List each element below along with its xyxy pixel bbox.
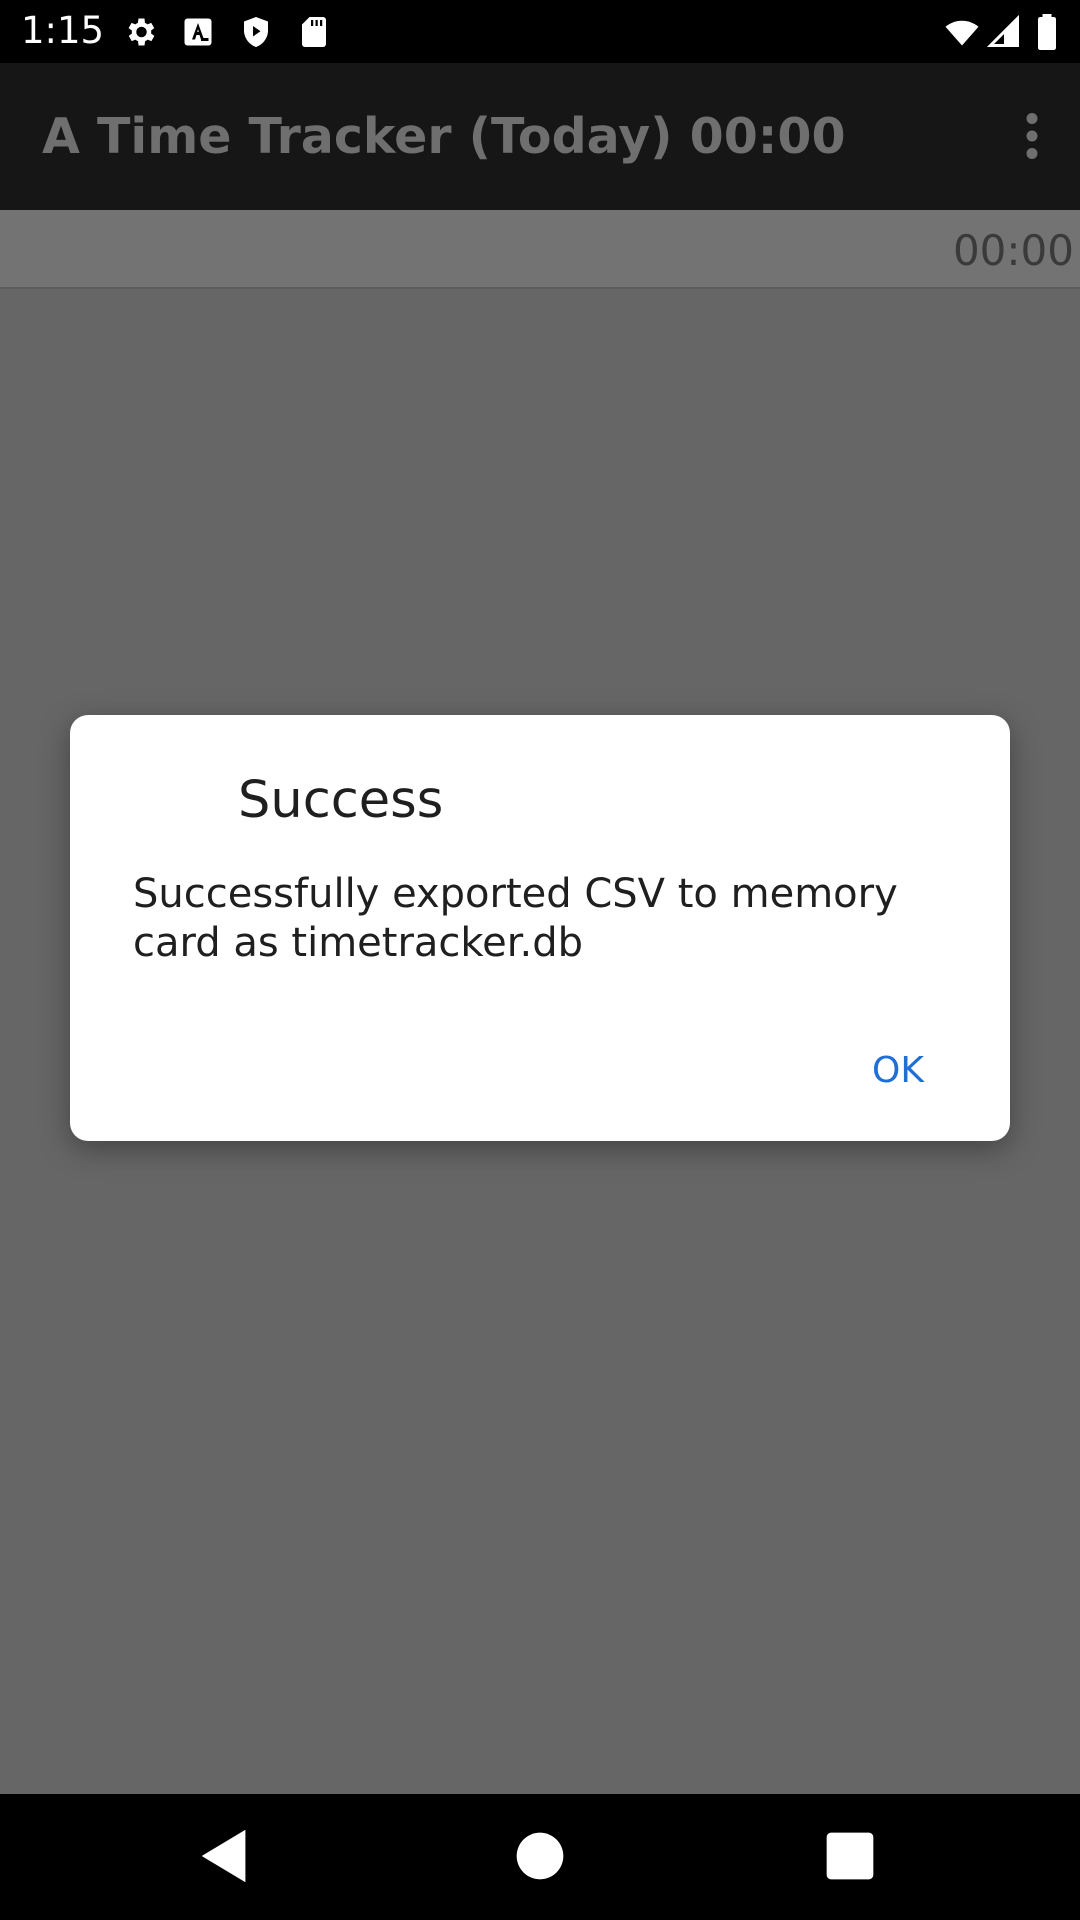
status-time: 1:15	[21, 9, 105, 52]
ok-button[interactable]: OK	[842, 1035, 954, 1107]
back-icon[interactable]	[190, 1821, 260, 1891]
dialog-message: Successfully exported CSV to memory card…	[133, 871, 898, 966]
settings-icon	[122, 14, 158, 50]
success-dialog: Success Successfully exported CSV to mem…	[70, 715, 1010, 1141]
sd-card-icon	[296, 14, 332, 50]
battery-icon	[1032, 14, 1062, 50]
total-time: 00:00	[952, 226, 1074, 275]
shield-play-icon	[238, 14, 274, 50]
wifi-icon	[942, 14, 982, 50]
dialog-title: Success	[238, 771, 444, 830]
home-icon[interactable]	[505, 1821, 575, 1891]
more-vert-icon[interactable]	[1002, 103, 1062, 169]
a-text-icon	[180, 14, 216, 50]
signal-icon	[986, 14, 1022, 50]
app-title: A Time Tracker (Today) 00:00	[42, 108, 846, 165]
app-bar: A Time Tracker (Today) 00:00	[0, 63, 1080, 210]
navigation-bar	[0, 1794, 1080, 1920]
status-bar: 1:15	[0, 0, 1080, 63]
total-row[interactable]: 00:00	[0, 210, 1080, 289]
recents-icon[interactable]	[815, 1821, 885, 1891]
screen: 1:15 A Time Tracker (Today) 00:00 00:00 …	[0, 0, 1080, 1920]
